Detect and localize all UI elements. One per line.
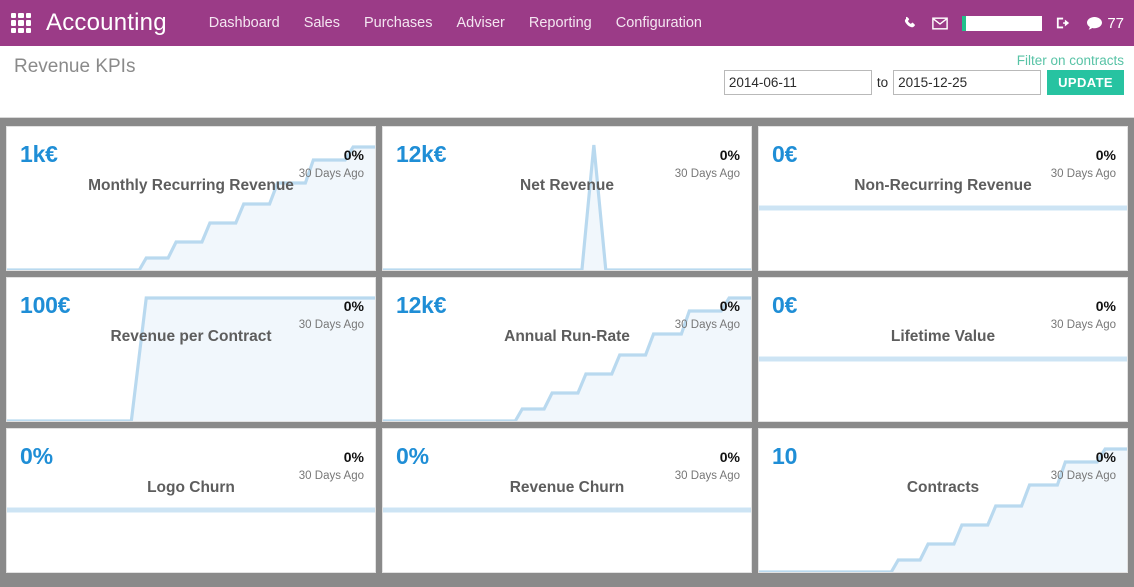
app-brand-title[interactable]: Accounting (46, 9, 167, 37)
kpi-since: 30 Days Ago (298, 470, 364, 482)
kpi-delta: 0% (719, 147, 740, 163)
sparkline-flat (383, 507, 751, 513)
apps-grid-cell (18, 20, 24, 26)
date-to-input[interactable] (893, 70, 1042, 95)
navbar-right-tools: 77 (903, 0, 1124, 46)
kpi-card-non-recurring-revenue[interactable]: 0€ Non-Recurring Revenue 0% 30 Days Ago (758, 126, 1128, 271)
sparkline-flat (7, 507, 375, 513)
apps-grid-cell (11, 20, 17, 26)
kpi-since: 30 Days Ago (674, 168, 740, 180)
kpi-card-annual-run-rate[interactable]: 12k€ Annual Run-Rate 0% 30 Days Ago (382, 277, 752, 422)
kpi-delta: 0% (343, 298, 364, 314)
kpi-card-contracts[interactable]: 10 Contracts 0% 30 Days Ago (758, 428, 1128, 573)
update-button[interactable]: UPDATE (1047, 70, 1124, 95)
top-navbar: Accounting Dashboard Sales Purchases Adv… (0, 0, 1134, 46)
kpi-value: 0% (396, 443, 429, 469)
date-range-filter: to UPDATE (723, 70, 1124, 95)
apps-grid-cell (18, 13, 24, 19)
kpi-card-revenue-churn[interactable]: 0% Revenue Churn 0% 30 Days Ago (382, 428, 752, 573)
chat-count-label: 77 (1107, 14, 1124, 32)
apps-grid-cell (18, 27, 24, 33)
menu-item-dashboard[interactable]: Dashboard (197, 9, 292, 37)
apps-grid-cell (11, 27, 17, 33)
kpi-since: 30 Days Ago (674, 319, 740, 331)
kpi-value: 12k€ (396, 141, 447, 167)
logout-icon[interactable] (1056, 16, 1072, 30)
date-from-input[interactable] (723, 70, 872, 95)
kpi-delta: 0% (719, 298, 740, 314)
kpi-since: 30 Days Ago (1050, 470, 1116, 482)
page-title: Revenue KPIs (14, 56, 136, 77)
kpi-card-monthly-recurring-revenue[interactable]: 1k€ Monthly Recurring Revenue 0% 30 Days… (6, 126, 376, 271)
sparkline-steps (759, 447, 1127, 572)
kpi-since: 30 Days Ago (1050, 319, 1116, 331)
chat-counter[interactable]: 77 (1086, 15, 1124, 32)
chat-bubble-icon (1087, 16, 1103, 30)
kpi-value: 12k€ (396, 292, 447, 318)
apps-grid-cell (25, 13, 31, 19)
apps-grid-cell (11, 13, 17, 19)
envelope-icon[interactable] (932, 16, 949, 30)
kpi-delta: 0% (343, 449, 364, 465)
sparkline-flat (759, 356, 1127, 362)
main-menu: Dashboard Sales Purchases Adviser Report… (197, 9, 714, 37)
kpi-since: 30 Days Ago (674, 470, 740, 482)
apps-grid-cell (25, 27, 31, 33)
filter-on-contracts-link[interactable]: Filter on contracts (1017, 53, 1124, 68)
menu-item-adviser[interactable]: Adviser (444, 9, 516, 37)
user-menu-field[interactable] (962, 15, 1043, 31)
kpi-value: 1k€ (20, 141, 58, 167)
kpi-value: 0€ (772, 292, 798, 318)
phone-icon[interactable] (903, 16, 918, 31)
kpi-since: 30 Days Ago (1050, 168, 1116, 180)
kpi-delta: 0% (719, 449, 740, 465)
sparkline-steps (7, 145, 375, 270)
kpi-value: 0% (20, 443, 53, 469)
kpi-value: 100€ (20, 292, 71, 318)
menu-item-configuration[interactable]: Configuration (604, 9, 714, 37)
date-range-separator: to (876, 75, 889, 90)
kpi-card-lifetime-value[interactable]: 0€ Lifetime Value 0% 30 Days Ago (758, 277, 1128, 422)
kpi-card-logo-churn[interactable]: 0% Logo Churn 0% 30 Days Ago (6, 428, 376, 573)
kpi-card-revenue-per-contract[interactable]: 100€ Revenue per Contract 0% 30 Days Ago (6, 277, 376, 422)
kpi-grid: 1k€ Monthly Recurring Revenue 0% 30 Days… (0, 119, 1134, 587)
kpi-delta: 0% (1095, 298, 1116, 314)
menu-item-sales[interactable]: Sales (292, 9, 352, 37)
sparkline-flat (759, 205, 1127, 211)
menu-item-reporting[interactable]: Reporting (517, 9, 604, 37)
kpi-delta: 0% (1095, 449, 1116, 465)
kpi-delta: 0% (1095, 147, 1116, 163)
kpi-since: 30 Days Ago (298, 168, 364, 180)
apps-grid-icon[interactable] (8, 10, 34, 36)
kpi-value: 0€ (772, 141, 798, 167)
kpi-since: 30 Days Ago (298, 319, 364, 331)
apps-grid-cell (25, 20, 31, 26)
control-panel: Revenue KPIs Filter on contracts to UPDA… (0, 46, 1134, 118)
accounting-dashboard-page: Accounting Dashboard Sales Purchases Adv… (0, 0, 1134, 587)
menu-item-purchases[interactable]: Purchases (352, 9, 445, 37)
kpi-card-net-revenue[interactable]: 12k€ Net Revenue 0% 30 Days Ago (382, 126, 752, 271)
kpi-value: 10 (772, 443, 798, 469)
kpi-delta: 0% (343, 147, 364, 163)
